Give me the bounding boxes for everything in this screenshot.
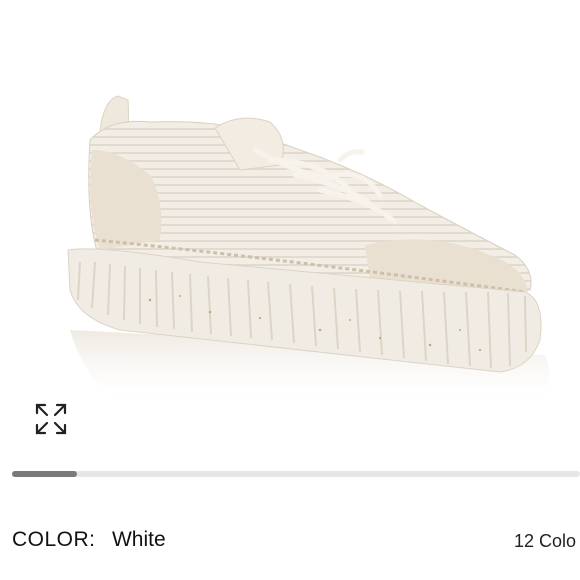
color-count-link[interactable]: 12 Colo [514,531,576,552]
sneaker-illustration [67,95,550,410]
carousel-progress-thumb[interactable] [12,471,78,477]
color-selection-row: COLOR: White 12 Colo [12,528,580,560]
carousel-progress-track[interactable] [12,471,580,477]
expand-image-button[interactable] [31,400,71,438]
expand-arrows-icon [35,403,67,435]
color-value: White [111,528,166,551]
color-label: COLOR: [12,528,96,551]
product-image[interactable] [0,0,580,455]
